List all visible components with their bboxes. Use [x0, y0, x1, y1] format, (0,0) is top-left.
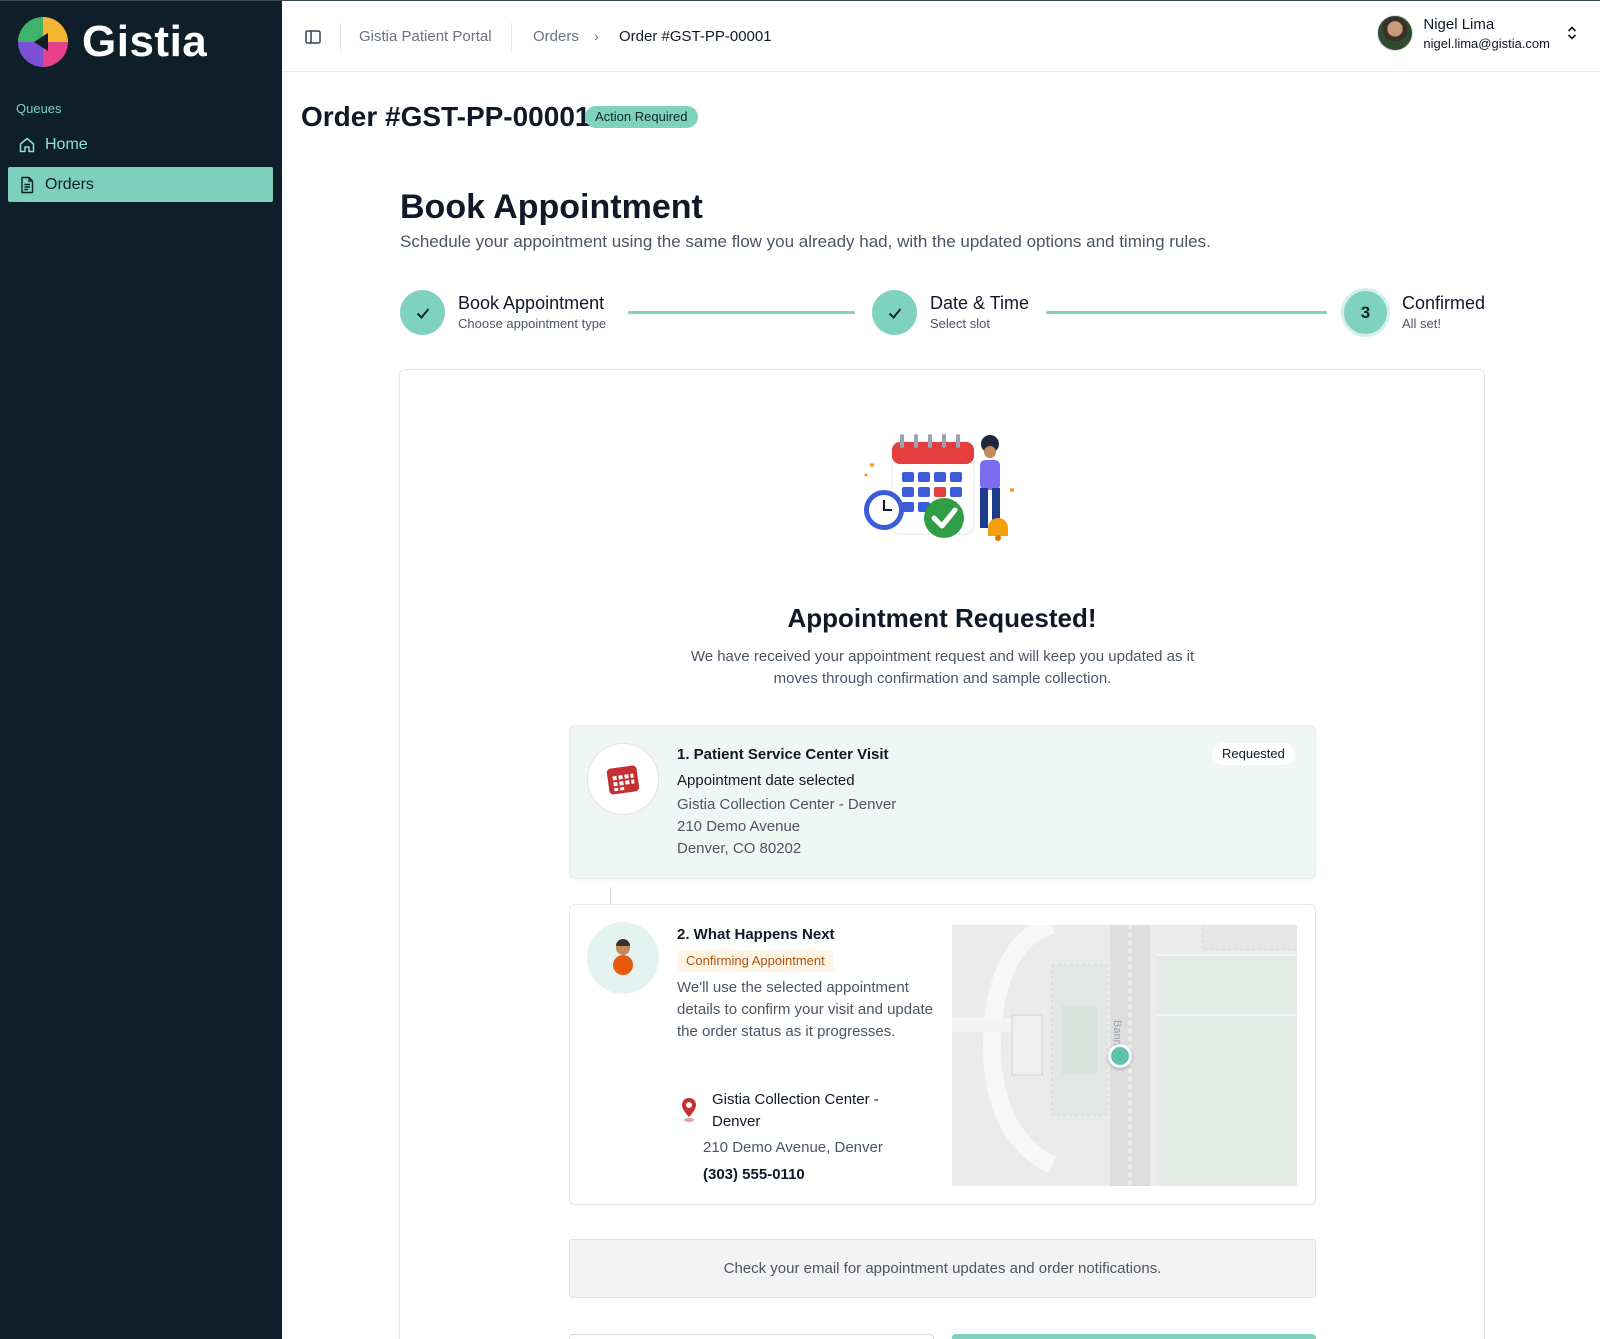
visit-address-line2: Denver, CO 80202: [677, 840, 802, 857]
step-2-indicator: [872, 290, 917, 335]
step-1-indicator: [400, 290, 445, 335]
step-1-title: Book Appointment: [458, 293, 605, 313]
brand-name: Gistia: [82, 17, 208, 66]
brand-logo[interactable]: Gistia: [16, 15, 207, 69]
next-location-name: Gistia Collection Center - Denver: [712, 1091, 879, 1130]
person-icon: [613, 939, 633, 975]
breadcrumb-current: Order #GST-PP-00001: [619, 28, 772, 45]
sidebar-item-label: Home: [45, 135, 88, 153]
next-heading: 2. What Happens Next: [677, 926, 835, 943]
timeline-step-icon: [587, 922, 659, 994]
topbar: Gistia Patient Portal Orders › Order #GS…: [282, 0, 1600, 72]
sidebar-toggle-icon[interactable]: [304, 28, 322, 46]
visit-address-line1: 210 Demo Avenue: [677, 818, 801, 835]
breadcrumb-portal[interactable]: Gistia Patient Portal: [359, 28, 492, 45]
step-1-subtitle: Choose appointment type: [458, 316, 607, 331]
user-menu[interactable]: Nigel Lima nigel.lima@gistia.com: [1377, 15, 1578, 51]
check-icon: [888, 307, 901, 319]
sidebar: Gistia Queues Home Orders: [0, 0, 282, 1339]
user-name: Nigel Lima: [1423, 15, 1495, 33]
step-connector: [628, 311, 855, 314]
order-title: Order #GST-PP-00001: [301, 101, 591, 132]
email-notice: Check your email for appointment updates…: [569, 1239, 1316, 1298]
home-icon: [18, 136, 36, 154]
document-icon: [18, 176, 36, 194]
location-pin-icon: [682, 1098, 696, 1122]
sidebar-item-label: Orders: [45, 175, 94, 193]
status-badge: Action Required: [585, 106, 698, 128]
timeline-step-icon: [587, 743, 659, 815]
check-icon: [416, 307, 429, 319]
next-phone[interactable]: (303) 555-0110: [703, 1166, 805, 1183]
step-3-title: Confirmed: [1402, 293, 1486, 313]
step-connector: [1046, 311, 1327, 314]
step-number: 3: [1360, 302, 1371, 322]
calendar-illustration-icon: [864, 434, 1014, 541]
sidebar-item-home[interactable]: Home: [8, 127, 273, 162]
avatar: [1377, 15, 1414, 51]
sidebar-section-label: Queues: [16, 101, 62, 116]
map-street-label: Bann: [1111, 1020, 1123, 1046]
breadcrumb-orders[interactable]: Orders: [533, 28, 579, 45]
visit-location-name: Gistia Collection Center - Denver: [677, 796, 897, 813]
step-3-indicator: 3: [1341, 288, 1390, 337]
gistia-logo-icon: [18, 17, 68, 67]
sidebar-item-orders[interactable]: Orders: [8, 167, 273, 202]
status-badge: Requested: [1212, 743, 1295, 765]
user-email: nigel.lima@gistia.com: [1423, 35, 1550, 51]
calendar-icon: [606, 765, 640, 795]
visit-heading: 1. Patient Service Center Visit: [677, 746, 889, 763]
map-marker-icon[interactable]: [1108, 1044, 1132, 1068]
divider: [340, 23, 341, 51]
step-2-title: Date & Time: [930, 293, 1030, 313]
secondary-action-button[interactable]: [569, 1334, 934, 1339]
status-badge: Confirming Appointment: [677, 950, 834, 972]
chevron-up-down-icon: [1567, 26, 1577, 40]
confirmation-message: We have received your appointment reques…: [690, 648, 1195, 687]
divider: [511, 23, 512, 51]
step-3-subtitle: All set!: [1402, 316, 1442, 331]
chevron-right-icon: ›: [594, 28, 599, 44]
confirmation-title: Appointment Requested!: [787, 603, 1097, 633]
visit-status: Appointment date selected: [677, 772, 855, 789]
next-description: We'll use the selected appointment detai…: [677, 979, 933, 1040]
step-2-subtitle: Select slot: [930, 316, 990, 331]
next-address: 210 Demo Avenue, Denver: [703, 1139, 883, 1156]
primary-action-button[interactable]: [952, 1334, 1316, 1339]
page-subtitle: Schedule your appointment using the same…: [400, 232, 1211, 251]
location-map[interactable]: Bann: [952, 925, 1297, 1186]
page-title: Book Appointment: [400, 188, 703, 226]
timeline-connector: [610, 887, 611, 904]
